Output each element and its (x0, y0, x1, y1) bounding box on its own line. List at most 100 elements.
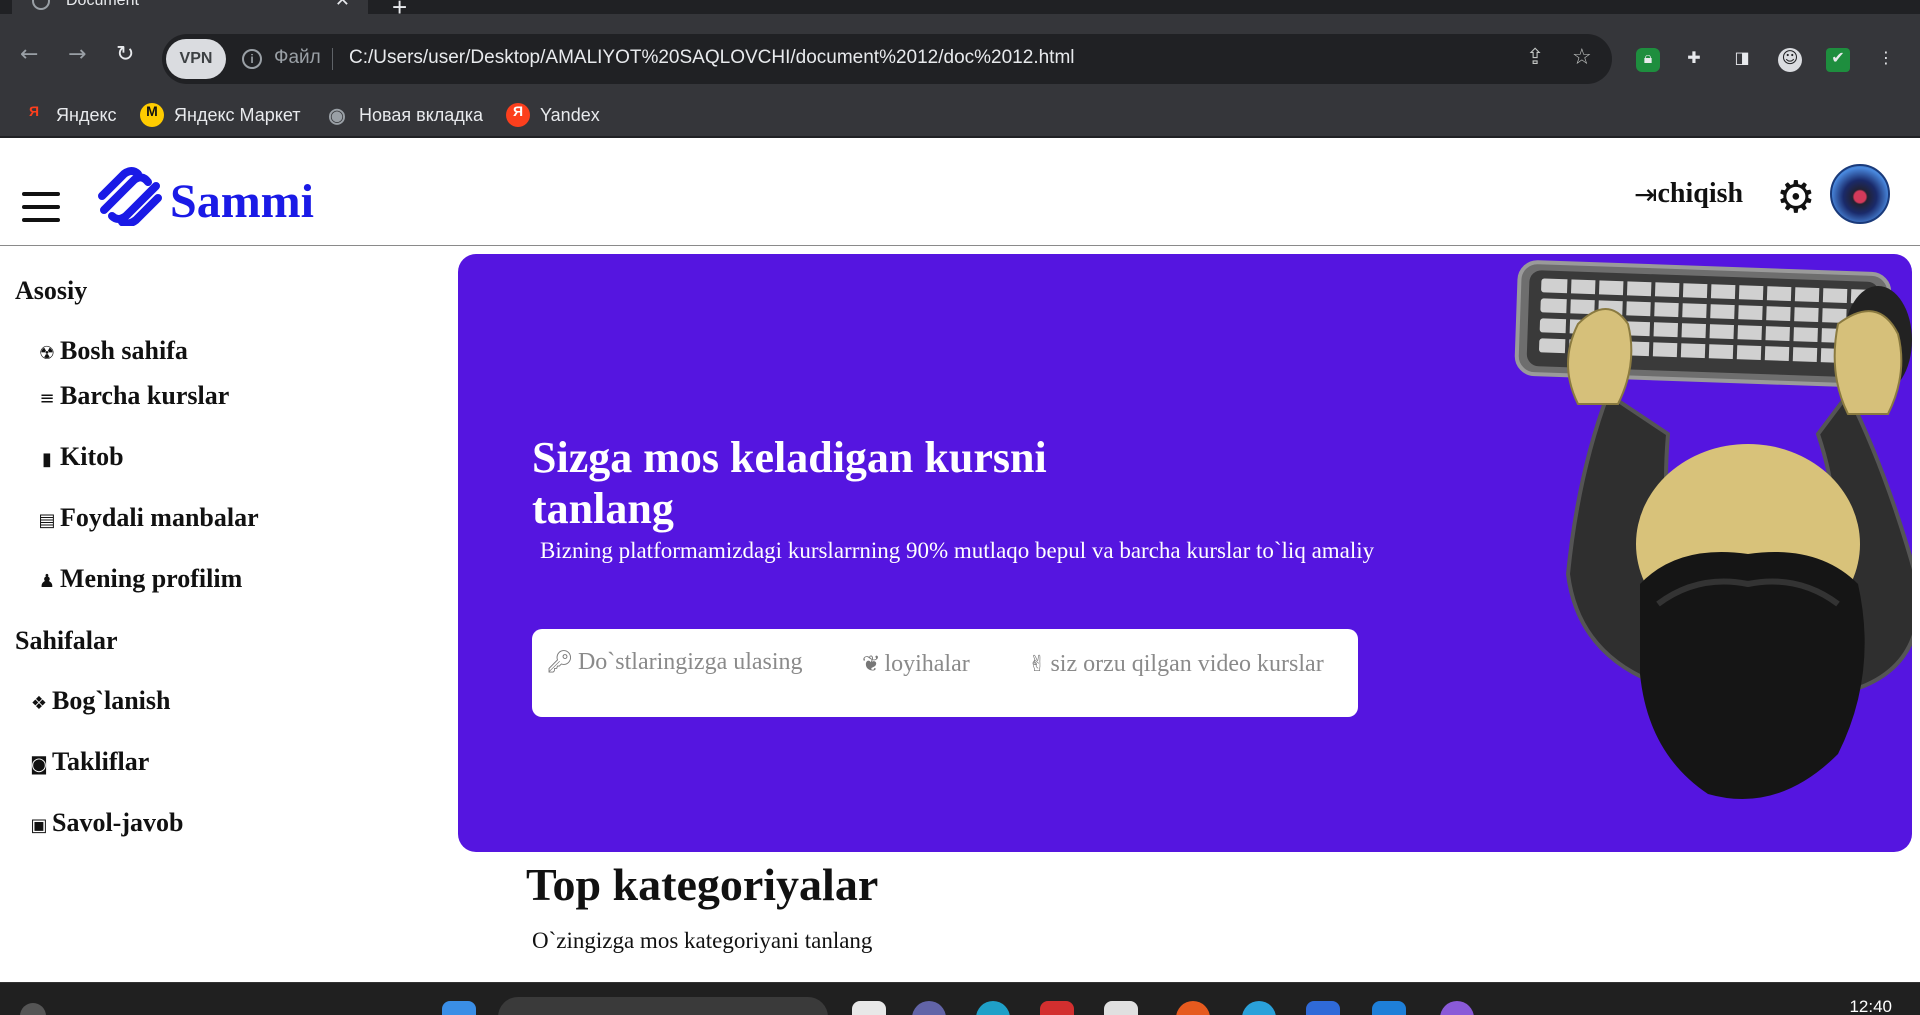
bookmark-label: Яндекс Маркет (174, 105, 301, 125)
store-icon[interactable] (1104, 1001, 1138, 1015)
hero-illustration (1514, 260, 1912, 799)
shield-icon[interactable]: ✔ (1826, 48, 1850, 72)
feature-label: Do`stlaringizga ulasing (577, 649, 803, 675)
leaf-icon: ❦ (862, 652, 881, 677)
peace-hand-icon: ✌ (1028, 652, 1047, 677)
sidebar-item-label: Bog`lanish (52, 686, 171, 715)
yandex-icon: Я (28, 103, 40, 119)
bookmark-label: Яндекс (56, 105, 117, 125)
taskbar-clock[interactable]: 12:40 (1849, 997, 1892, 1015)
bookmark-yandex-market[interactable]: M Яндекс Маркет (140, 101, 300, 129)
key-icon: 🔑︎ (546, 650, 574, 675)
sidebar-item-label: Takliflar (52, 747, 150, 776)
browser-app-icon[interactable] (1176, 1001, 1210, 1015)
sidebar-item-foydali-manbalar[interactable]: ▤ Foydali manbalar (36, 503, 259, 533)
sidebar-item-label: Foydali manbalar (60, 503, 259, 532)
dropbox-icon: ❖ (30, 693, 48, 714)
browser-tab[interactable]: Document ✕ (12, 0, 368, 14)
puzzle-icon[interactable]: ✚ (1682, 48, 1706, 72)
widget-icon[interactable] (20, 1003, 46, 1015)
telegram-icon[interactable] (1242, 1001, 1276, 1015)
question-file-icon: ▣ (30, 815, 48, 836)
sidebar-heading-sahifalar: Sahifalar (15, 626, 118, 655)
sidebar-item-label: Mening profilim (60, 564, 243, 593)
feature-label: loyihalar (884, 651, 970, 677)
categories-title: Top kategoriyalar (526, 859, 879, 910)
reload-icon[interactable]: ↻ (116, 42, 134, 67)
categories-subtitle: O`zingizga mos kategoriyani tanlang (532, 928, 873, 953)
omnibox-divider (332, 48, 333, 70)
bookmark-new-tab[interactable]: ◉ Новая вкладка (325, 101, 483, 129)
gear-icon[interactable]: ⚙ (1776, 172, 1815, 223)
taskbar-search[interactable] (498, 997, 828, 1015)
brand-name[interactable]: Sammi (170, 174, 314, 229)
browser-toolbar: ← → ↻ VPN i Файл C:/Users/user/Desktop/A… (0, 14, 1920, 102)
file-manager-icon[interactable] (852, 1001, 886, 1015)
sidebar-item-label: Barcha kurslar (60, 381, 230, 410)
squarespace-logo-icon (98, 167, 162, 226)
sidebar-item-bosh-sahifa[interactable]: ☢ Bosh sahifa (36, 336, 188, 366)
sidebar-item-label: Kitob (60, 442, 124, 471)
logout-icon: ⇥ (1634, 178, 1658, 211)
bookmark-yandex[interactable]: Я Яндекс (22, 101, 117, 129)
hero-features-box: 🔑︎ Do`stlaringizga ulasing ❦ loyihalar ✌ si… (532, 629, 1358, 717)
sidebar-item-takliflar[interactable]: ◙ Takliflar (28, 747, 149, 777)
tab-title: Document (66, 0, 139, 9)
app-icon-2[interactable] (1306, 1001, 1340, 1015)
bookmark-label: Новая вкладка (359, 105, 484, 125)
vscode-icon[interactable] (1372, 1001, 1406, 1015)
feature-friends: 🔑︎ Do`stlaringizga ulasing (546, 649, 803, 676)
windows-start-icon[interactable] (442, 1001, 476, 1015)
profile-icon[interactable]: ☺ (1778, 48, 1802, 72)
logout-label: chiqish (1657, 178, 1744, 209)
bookmarks-bar: Я Яндекс M Яндекс Маркет ◉ Новая вкладка… (0, 92, 1920, 138)
site-header: Sammi ⇥chiqish ⚙ (0, 140, 1920, 246)
hamburger-menu-icon[interactable] (22, 192, 60, 222)
lock-extension-icon[interactable]: 🔒︎ (1636, 48, 1660, 72)
bookmark-label: Yandex (540, 105, 600, 125)
hero-title: Sizga mos keladigan kursni tanlang (532, 433, 1047, 533)
sidebar-item-mening-profilim[interactable]: ♟ Mening profilim (36, 564, 242, 594)
teams-icon[interactable] (912, 1001, 946, 1015)
file-icon: ▤ (38, 510, 56, 531)
forward-icon[interactable]: → (68, 42, 86, 67)
url-text[interactable]: C:/Users/user/Desktop/AMALIYOT%20SAQLOVC… (349, 47, 1075, 69)
hero-subtitle: Bizning platformamizdagi kurslarrning 90… (540, 538, 1375, 563)
address-bar[interactable]: VPN i Файл C:/Users/user/Desktop/AMALIYO… (162, 34, 1612, 84)
share-icon[interactable]: ⇪ (1526, 45, 1544, 70)
list-icon: ≡ (39, 388, 55, 409)
app-icon[interactable] (1040, 1001, 1074, 1015)
star-icon[interactable]: ☆ (1572, 45, 1592, 70)
edge-icon[interactable] (976, 1001, 1010, 1015)
bookmark-yandex-2[interactable]: Я Yandex (506, 101, 600, 129)
sidebar-item-boglanish[interactable]: ❖ Bog`lanish (28, 686, 171, 716)
sidebar: Asosiy ☢ Bosh sahifa ≡ Barcha kurslar ▮ Kit… (0, 248, 440, 980)
globe-icon: ◉ (328, 105, 346, 127)
user-icon: ♟ (38, 571, 56, 592)
feature-projects: ❦ loyihalar (862, 651, 970, 678)
file-label: Файл (274, 47, 321, 68)
app-icon-3[interactable] (1440, 1001, 1474, 1015)
sidepanel-icon[interactable]: ◨ (1730, 48, 1754, 72)
sidebar-heading-asosiy: Asosiy (15, 276, 88, 305)
back-icon[interactable]: ← (20, 42, 38, 67)
browser-tabstrip: Document ✕ + (0, 0, 1920, 22)
close-tab-icon[interactable]: ✕ (335, 0, 350, 11)
info-icon[interactable]: i (242, 49, 262, 69)
sidebar-item-barcha-kurslar[interactable]: ≡ Barcha kurslar (36, 381, 229, 411)
os-taskbar: 12:40 (0, 982, 1920, 1015)
hero-banner: Sizga mos keladigan kursni tanlang Bizni… (458, 254, 1912, 852)
book-icon: ▮ (42, 449, 52, 470)
menu-dots-icon[interactable]: ⋮ (1874, 48, 1898, 72)
sidebar-item-label: Bosh sahifa (60, 336, 188, 365)
logout-button[interactable]: ⇥chiqish (1634, 178, 1743, 211)
sidebar-item-savol-javob[interactable]: ▣ Savol-javob (28, 808, 183, 838)
avatar[interactable] (1830, 164, 1890, 224)
yandex-icon: Я (506, 103, 530, 127)
sidebar-item-kitob[interactable]: ▮ Kitob (36, 442, 124, 472)
radiation-icon: ☢ (38, 343, 56, 364)
globe-icon (32, 0, 50, 10)
vpn-button[interactable]: VPN (166, 39, 226, 79)
gamepad-icon: ◙ (30, 754, 48, 775)
sidebar-item-label: Savol-javob (52, 808, 184, 837)
